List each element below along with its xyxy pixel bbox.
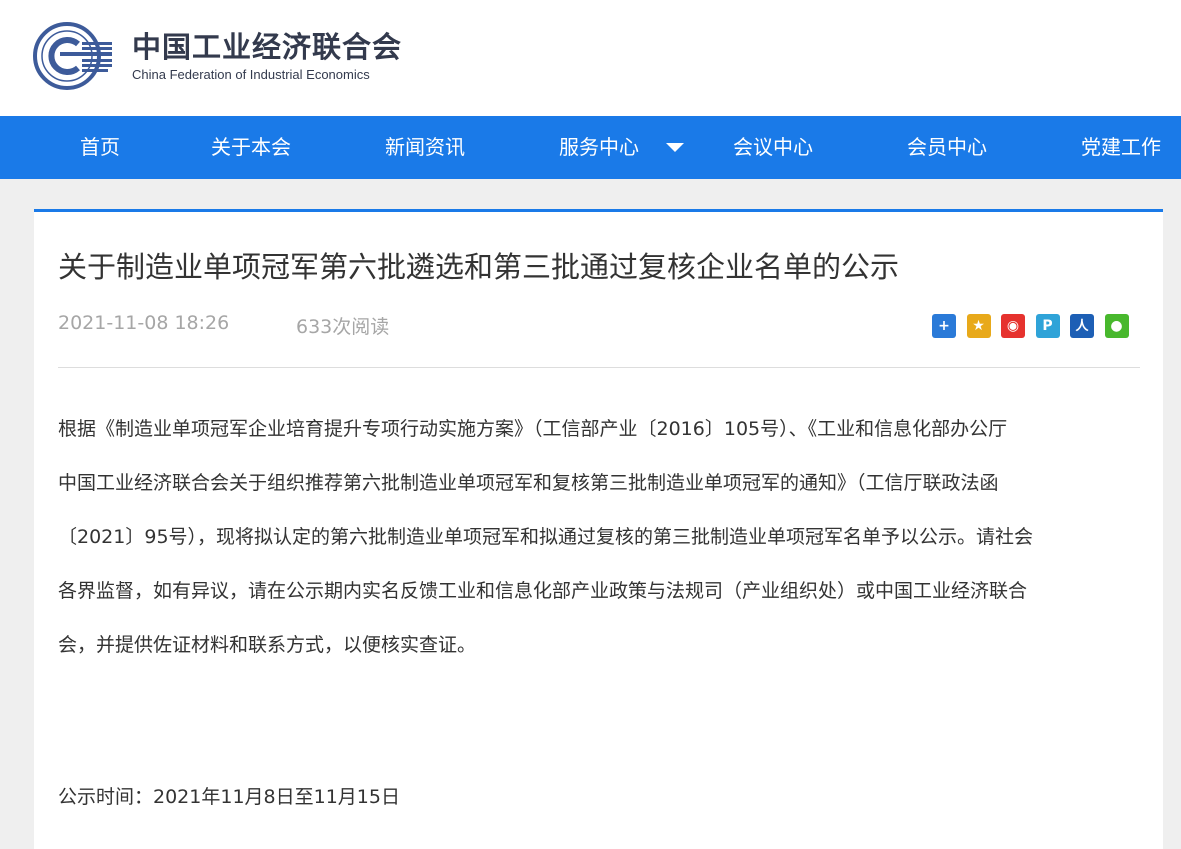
article-date: 2021-11-08 18:26 xyxy=(58,312,230,334)
body-line: 会，并提供佐证材料和联系方式，以便核实查证。 xyxy=(58,634,477,656)
weibo-icon[interactable]: ◉ xyxy=(1001,314,1025,338)
logo-text: 中国工业经济联合会 China Federation of Industrial… xyxy=(132,30,402,84)
body-line: 〔2021〕95号），现将拟认定的第六批制造业单项冠军和拟通过复核的第三批制造业… xyxy=(58,526,1034,548)
nav-item-services[interactable]: 服务中心 xyxy=(559,116,639,179)
chevron-down-icon[interactable] xyxy=(666,143,684,152)
divider xyxy=(58,367,1140,368)
article-views: 633次阅读 xyxy=(296,316,390,338)
publish-period: 公示时间：2021年11月8日至11月15日 xyxy=(58,786,400,808)
body-line: 各界监督，如有异议，请在公示期内实名反馈工业和信息化部产业政策与法规司（产业组织… xyxy=(58,580,1028,602)
body-line: 中国工业经济联合会关于组织推荐第六批制造业单项冠军和复核第三批制造业单项冠军的通… xyxy=(58,472,999,494)
logo-emblem-icon xyxy=(33,22,112,90)
body-line: 根据《制造业单项冠军企业培育提升专项行动实施方案》（工信部产业〔2016〕105… xyxy=(58,418,1008,440)
wechat-icon[interactable]: ● xyxy=(1104,314,1129,338)
qzone-icon[interactable]: ★ xyxy=(966,314,991,338)
nav-item-party[interactable]: 党建工作 xyxy=(1081,116,1161,179)
main-nav: 首页 关于本会 新闻资讯 服务中心 会议中心 会员中心 党建工作 xyxy=(0,116,1181,179)
nav-item-conference[interactable]: 会议中心 xyxy=(733,116,813,179)
org-name-en: China Federation of Industrial Economics xyxy=(132,67,370,82)
nav-item-home[interactable]: 首页 xyxy=(80,116,120,179)
nav-item-about[interactable]: 关于本会 xyxy=(211,116,291,179)
nav-item-news[interactable]: 新闻资讯 xyxy=(385,116,465,179)
site-header: 中国工业经济联合会 China Federation of Industrial… xyxy=(0,0,1181,116)
share-more-icon[interactable]: + xyxy=(932,314,956,338)
article-card: 关于制造业单项冠军第六批遴选和第三批通过复核企业名单的公示 2021-11-08… xyxy=(34,209,1163,849)
org-name-cn: 中国工业经济联合会 xyxy=(132,30,403,64)
article-title: 关于制造业单项冠军第六批遴选和第三批通过复核企业名单的公示 xyxy=(58,250,900,284)
site-logo[interactable]: 中国工业经济联合会 China Federation of Industrial… xyxy=(32,20,402,92)
article-body: 根据《制造业单项冠军企业培育提升专项行动实施方案》（工信部产业〔2016〕105… xyxy=(58,402,1144,672)
share-bar: + ★ ◉ P 人 ● xyxy=(932,314,1139,338)
nav-item-members[interactable]: 会员中心 xyxy=(907,116,987,179)
tencent-weibo-icon[interactable]: P xyxy=(1035,314,1060,338)
renren-icon[interactable]: 人 xyxy=(1070,314,1094,338)
